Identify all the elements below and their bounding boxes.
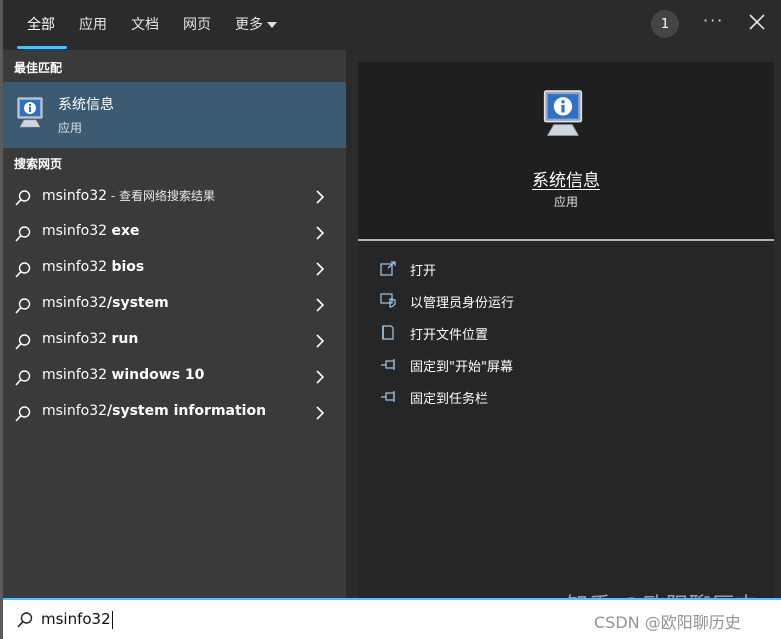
action-label: 固定到"开始"屏幕 [410, 360, 513, 375]
chevron-right-icon [316, 334, 325, 348]
chevron-right-icon [316, 262, 325, 276]
active-tab-indicator [17, 46, 67, 49]
web-result-item[interactable]: msinfo32 exe [3, 215, 346, 251]
search-input[interactable]: msinfo32 [41, 610, 113, 629]
web-result-text: msinfo32 exe [42, 223, 139, 239]
file-location-icon [382, 325, 394, 340]
search-icon [17, 612, 33, 628]
divider [358, 239, 774, 241]
web-result-item[interactable]: msinfo32 - 查看网络搜索结果 [3, 179, 346, 215]
pin-icon [381, 391, 395, 402]
web-result-bold: /system information [107, 403, 267, 419]
start-search-window: 全部 应用 文档 网页 更多 1 ··· 最佳匹配 系统信息 应用 搜索网页 m… [0, 0, 781, 639]
web-result-query: msinfo32 [42, 331, 112, 347]
action-label: 打开 [410, 264, 437, 279]
web-result-query: msinfo32 [42, 188, 108, 204]
best-match-name: 系统信息 [58, 97, 114, 113]
tab-all[interactable]: 全部 [27, 14, 55, 34]
web-result-query: msinfo32 [42, 259, 112, 275]
action-run-as-admin[interactable]: 以管理员身份运行 [380, 289, 760, 313]
detail-pane: 系统信息 应用 打开 以管理员身份运行 打开文件位置 固定到"开始"屏幕 固定到… [358, 62, 774, 598]
web-result-bold: windows 10 [111, 367, 205, 383]
web-result-bold: /system [107, 295, 169, 311]
web-result-item[interactable]: msinfo32/system information [3, 395, 346, 431]
pin-icon [381, 359, 395, 370]
web-result-item[interactable]: msinfo32 windows 10 [3, 359, 346, 395]
more-options-icon[interactable]: ··· [703, 11, 724, 30]
web-result-query: msinfo32 [42, 223, 112, 239]
watermark-csdn: CSDN @欧阳聊历史 [594, 613, 741, 632]
search-icon [15, 226, 31, 242]
detail-app-name[interactable]: 系统信息 [358, 166, 774, 191]
web-result-item[interactable]: msinfo32/system [3, 287, 346, 323]
action-label: 固定到任务栏 [410, 392, 489, 407]
web-result-text: msinfo32 run [42, 331, 138, 347]
search-icon [15, 406, 31, 422]
detail-header: 系统信息 应用 [358, 62, 774, 240]
search-icon [15, 334, 31, 350]
web-result-query: msinfo32 [42, 403, 108, 419]
web-result-text: msinfo32/system [42, 295, 169, 311]
web-result-query: msinfo32 [42, 367, 112, 383]
web-result-text: msinfo32 windows 10 [42, 367, 204, 383]
web-result-item[interactable]: msinfo32 bios [3, 251, 346, 287]
web-result-text: msinfo32 - 查看网络搜索结果 [42, 187, 215, 204]
web-result-query: msinfo32 [42, 295, 108, 311]
chevron-right-icon [316, 298, 325, 312]
chevron-right-icon [316, 406, 325, 420]
best-match-header: 最佳匹配 [14, 61, 63, 75]
tab-apps[interactable]: 应用 [79, 14, 107, 34]
search-input-value: msinfo32 [41, 610, 111, 628]
shield-admin-icon [380, 293, 396, 308]
action-label: 以管理员身份运行 [410, 296, 515, 311]
tab-documents[interactable]: 文档 [131, 14, 159, 34]
action-open[interactable]: 打开 [380, 257, 760, 281]
detail-app-type: 应用 [553, 195, 578, 209]
action-label: 打开文件位置 [410, 328, 489, 343]
chevron-right-icon [316, 226, 325, 240]
chevron-down-icon [267, 22, 277, 28]
search-icon [15, 370, 31, 386]
filter-tabs-bar: 全部 应用 文档 网页 更多 1 ··· [3, 0, 781, 50]
best-match-type: 应用 [58, 121, 83, 135]
web-result-text: msinfo32/system information [42, 403, 266, 419]
results-pane: 最佳匹配 系统信息 应用 搜索网页 msinfo32 - 查看网络搜索结果 ms… [3, 50, 346, 598]
search-icon [15, 298, 31, 314]
web-search-header: 搜索网页 [14, 157, 63, 171]
open-icon [380, 261, 396, 276]
rewards-badge[interactable]: 1 [651, 10, 679, 38]
close-icon[interactable] [745, 10, 769, 34]
action-open-file-location[interactable]: 打开文件位置 [380, 321, 760, 345]
tab-more-label: 更多 [235, 17, 263, 33]
text-cursor [111, 610, 113, 629]
tab-web[interactable]: 网页 [183, 14, 211, 34]
action-pin-to-start[interactable]: 固定到"开始"屏幕 [380, 353, 760, 377]
search-icon [15, 262, 31, 278]
action-pin-to-taskbar[interactable]: 固定到任务栏 [380, 385, 760, 409]
system-info-app-icon [543, 90, 583, 136]
chevron-right-icon [316, 370, 325, 384]
web-result-text: msinfo32 bios [42, 259, 144, 275]
web-result-bold: run [111, 331, 139, 347]
tab-more[interactable]: 更多 [235, 14, 277, 34]
system-info-app-icon [17, 97, 43, 128]
web-result-suffix: - 查看网络搜索结果 [107, 189, 215, 203]
web-result-item[interactable]: msinfo32 run [3, 323, 346, 359]
best-match-item[interactable]: 系统信息 应用 [3, 82, 346, 148]
search-icon [15, 190, 31, 206]
chevron-right-icon [316, 190, 325, 204]
web-result-bold: bios [111, 259, 145, 275]
web-result-bold: exe [111, 223, 140, 239]
